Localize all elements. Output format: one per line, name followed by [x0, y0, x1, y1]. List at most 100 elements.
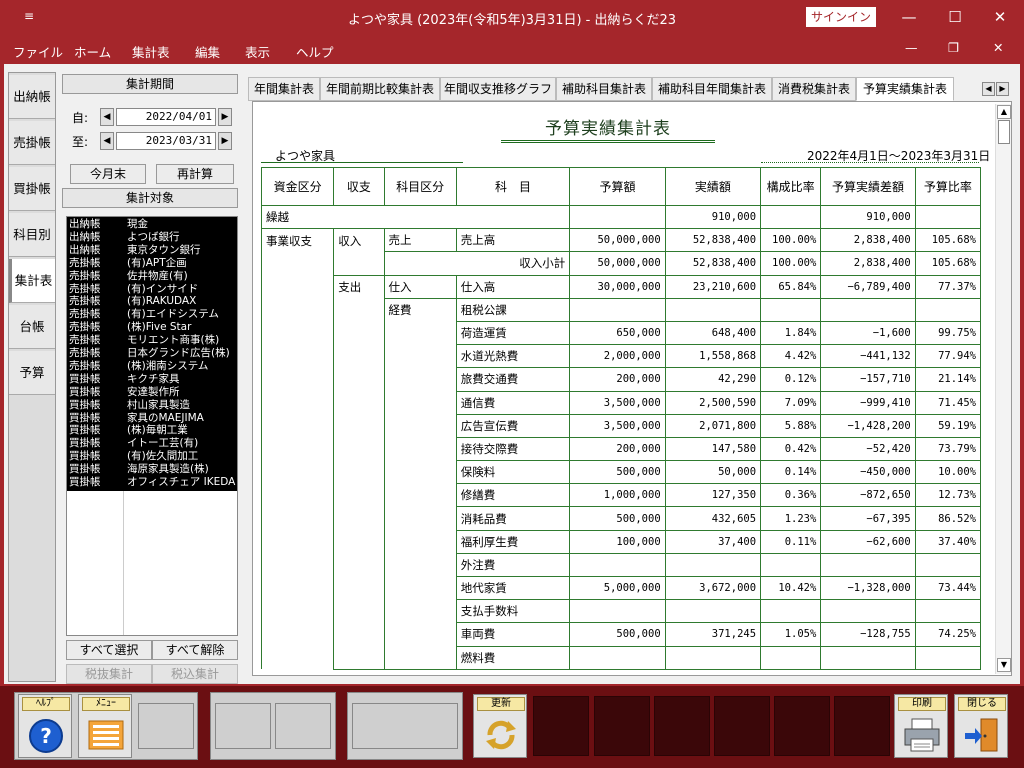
account-row[interactable]: 買掛帳 イトー工芸(有) [67, 438, 237, 450]
account-row[interactable]: 買掛帳 海原家具製造(株) [67, 463, 237, 476]
scroll-up-icon[interactable]: ▲ [997, 105, 1011, 119]
from-next-arrow-icon[interactable]: ▶ [218, 108, 232, 126]
budget-cell: 30,000,000 [569, 274, 666, 299]
recalc-button[interactable]: 再計算 [156, 164, 234, 184]
tab-receivables[interactable]: 売掛帳 [9, 121, 55, 165]
tab-budget-actual[interactable]: 予算実績集計表 [856, 77, 954, 101]
menu-button[interactable]: ﾒﾆｭｰ [78, 694, 132, 758]
difference-cell [820, 552, 916, 578]
tax-excluded-button[interactable]: 税抜集計 [66, 664, 152, 684]
account-row[interactable]: 出納帳 東京タウン銀行 [67, 244, 237, 257]
account-cell: 仕入高 [455, 274, 571, 299]
income-expense-cell [333, 321, 385, 345]
tab-income-trend-graph[interactable]: 年間収支推移グラフ [440, 77, 556, 101]
tab-annual-summary[interactable]: 年間集計表 [248, 77, 320, 101]
account-row[interactable]: 買掛帳 家具のMAEJIMA [67, 412, 237, 425]
account-row[interactable]: 売掛帳 佐井物産(有) [67, 269, 237, 283]
tab-budget[interactable]: 予算 [9, 351, 55, 395]
help-icon: ? [29, 719, 63, 753]
menu-report[interactable]: 集計表 [132, 42, 170, 61]
account-book-type: 買掛帳 [69, 424, 101, 437]
income-expense-cell [333, 622, 385, 647]
ribbon-minimize-icon[interactable]: — [905, 40, 918, 55]
menu-home[interactable]: ホーム [74, 42, 111, 61]
account-row[interactable]: 買掛帳 オフィスチェア IKEDA [67, 476, 237, 489]
tab-consumption-tax[interactable]: 消費税集計表 [772, 77, 856, 101]
account-row[interactable]: 売掛帳 (株)Five Star [67, 321, 237, 334]
table-row: 保険料 500,000 50,000 0.14% −450,000 10.00% [260, 460, 982, 485]
income-expense-cell [333, 251, 385, 276]
account-cell: 広告宣伝費 [455, 413, 571, 438]
account-row[interactable]: 売掛帳 (株)湘南システム [67, 360, 237, 373]
carry-label: 繰越 [260, 204, 570, 230]
clear-all-button[interactable]: すべて解除 [152, 640, 238, 660]
tab-sub-account-annual[interactable]: 補助科目年間集計表 [652, 77, 772, 101]
print-button[interactable]: 印刷 [894, 694, 948, 758]
composition-ratio-cell: 65.84% [760, 274, 822, 299]
account-row[interactable]: 出納帳 現金 [67, 218, 237, 231]
table-row: 事業収支 収入 売上 売上高 50,000,000 52,838,400 100.00% 2,… [260, 228, 982, 253]
report-title: 予算実績集計表 [545, 119, 671, 139]
actual-cell: 432,605 [664, 506, 762, 531]
difference-cell: −1,600 [820, 320, 916, 346]
tab-by-account[interactable]: 科目別 [9, 213, 55, 257]
ribbon-restore-icon[interactable]: ❐ [948, 40, 959, 55]
tax-included-button[interactable]: 税込集計 [152, 664, 238, 684]
account-list[interactable]: 出納帳 現金 出納帳 よつば銀行 出納帳 東京タウン銀行 売掛帳 (有)APT企画 売掛帳 佐井物… [66, 216, 238, 636]
from-prev-arrow-icon[interactable]: ◀ [100, 108, 114, 126]
close-button[interactable]: ✕ [985, 6, 1015, 28]
account-row[interactable]: 買掛帳 (株)毎朝工業 [67, 425, 237, 437]
fund-category-cell [260, 483, 335, 507]
account-row[interactable]: 買掛帳 村山家具製造 [67, 398, 237, 412]
update-button[interactable]: 更新 [473, 694, 527, 758]
maximize-button[interactable]: ☐ [940, 6, 970, 28]
to-date-field[interactable]: 2023/03/31 [116, 132, 216, 150]
actual-cell: 147,580 [664, 436, 762, 462]
account-category-cell [383, 437, 457, 461]
account-book-type: 売掛帳 [69, 269, 101, 282]
to-prev-arrow-icon[interactable]: ◀ [100, 132, 114, 150]
account-row[interactable]: 出納帳 よつば銀行 [67, 231, 237, 244]
account-row[interactable]: 売掛帳 (有)エイドシステム [67, 309, 237, 321]
report-scrollbar[interactable]: ▲ ▼ [995, 104, 1011, 674]
account-row[interactable]: 売掛帳 (有)APT企画 [67, 257, 237, 270]
tabs-scroll-left-icon[interactable]: ◀ [982, 82, 995, 96]
account-row[interactable]: 売掛帳 モリエント商事(株) [67, 334, 237, 347]
account-row[interactable]: 買掛帳 (有)佐久間加工 [67, 450, 237, 463]
ribbon-close-icon[interactable]: ✕ [993, 40, 1003, 55]
scroll-down-icon[interactable]: ▼ [997, 658, 1011, 672]
income-expense-cell: 収入 [333, 228, 385, 252]
menu-help[interactable]: ヘルプ [296, 42, 334, 61]
budget-ratio-cell [914, 297, 982, 322]
close-window-button[interactable]: 閉じる [954, 694, 1008, 758]
menu-view[interactable]: 表示 [245, 42, 270, 61]
account-row[interactable]: 売掛帳 (有)インサイド [67, 283, 237, 296]
select-all-button[interactable]: すべて選択 [66, 640, 152, 660]
month-end-button[interactable]: 今月末 [70, 164, 146, 184]
tab-sub-account-summary[interactable]: 補助科目集計表 [556, 77, 652, 101]
help-button[interactable]: ﾍﾙﾌﾟ ? [18, 694, 72, 758]
account-row[interactable]: 買掛帳 キクチ家具 [67, 373, 237, 386]
account-row[interactable]: 売掛帳 日本グランド広告(株) [67, 347, 237, 360]
menu-file[interactable]: ファイル [13, 42, 63, 61]
composition-ratio-cell: 0.14% [760, 460, 822, 485]
account-cell: 売上高 [455, 228, 571, 253]
account-row[interactable]: 買掛帳 安達製作所 [67, 386, 237, 399]
signin-button[interactable]: サインイン [806, 7, 876, 27]
tab-payables[interactable]: 買掛帳 [9, 167, 55, 211]
to-next-arrow-icon[interactable]: ▶ [218, 132, 232, 150]
difference-cell: −441,132 [820, 344, 916, 369]
tab-ledger[interactable]: 台帳 [9, 305, 55, 349]
account-row[interactable]: 売掛帳 (有)RAKUDAX [67, 296, 237, 308]
from-date-field[interactable]: 2022/04/01 [116, 108, 216, 126]
account-book-type: 売掛帳 [69, 347, 101, 359]
scroll-thumb[interactable] [998, 120, 1010, 144]
menu-edit[interactable]: 編集 [195, 42, 220, 61]
tab-cashbook[interactable]: 出納帳 [9, 75, 55, 119]
tab-summary[interactable]: 集計表 [9, 259, 55, 303]
actual-cell [664, 552, 762, 578]
tab-annual-comparison[interactable]: 年間前期比較集計表 [320, 77, 440, 101]
tabs-scroll-right-icon[interactable]: ▶ [996, 82, 1009, 96]
minimize-button[interactable]: — [894, 6, 924, 28]
account-book-type: 買掛帳 [69, 398, 101, 411]
